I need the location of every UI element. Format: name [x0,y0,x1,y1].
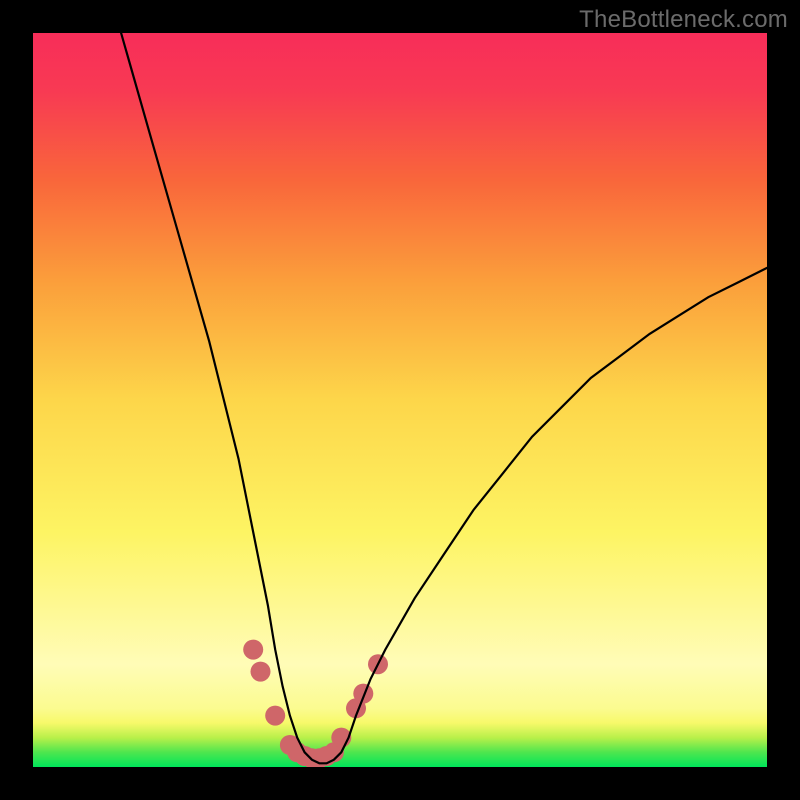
plot-area [33,33,767,767]
marker-point [265,706,285,726]
marker-point [353,684,373,704]
marker-point [243,640,263,660]
chart-svg [33,33,767,767]
marker-layer [243,640,388,767]
watermark-text: TheBottleneck.com [579,6,788,34]
marker-point [251,662,271,682]
bottleneck-curve [121,33,767,763]
chart-frame: TheBottleneck.com [0,0,800,800]
